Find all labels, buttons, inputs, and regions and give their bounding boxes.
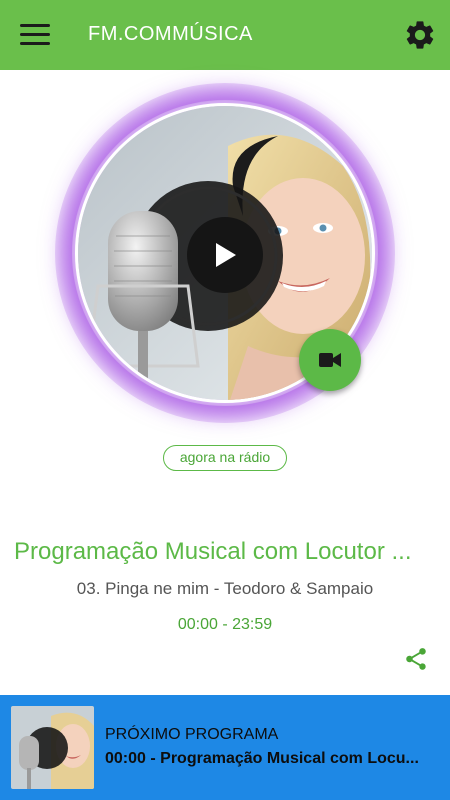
program-title: Programação Musical com Locutor ...: [14, 538, 412, 565]
app-title: FM.COMMÚSICA: [88, 23, 253, 45]
hamburger-menu-icon[interactable]: [20, 24, 50, 46]
next-program-thumbnail: [11, 706, 94, 789]
live-badge: agora na rádio: [163, 445, 287, 471]
app-bar: FM.COMMÚSICA: [0, 0, 450, 70]
next-program-label: PRÓXIMO PROGRAMA: [105, 726, 279, 743]
program-time: 00:00 - 23:59: [177, 616, 273, 633]
video-button[interactable]: [299, 329, 361, 391]
play-button[interactable]: [187, 217, 263, 293]
video-camera-icon: [319, 353, 341, 367]
track-info: 03. Pinga ne mim - Teodoro & Sampaio: [76, 579, 374, 598]
play-icon: [216, 243, 236, 267]
next-program-title: 00:00 - Programação Musical com Locu...: [105, 750, 419, 767]
next-program-bar[interactable]: PRÓXIMO PROGRAMA 00:00 - Programação Mus…: [0, 695, 450, 800]
gear-icon[interactable]: [403, 18, 437, 52]
share-icon[interactable]: [403, 646, 429, 672]
